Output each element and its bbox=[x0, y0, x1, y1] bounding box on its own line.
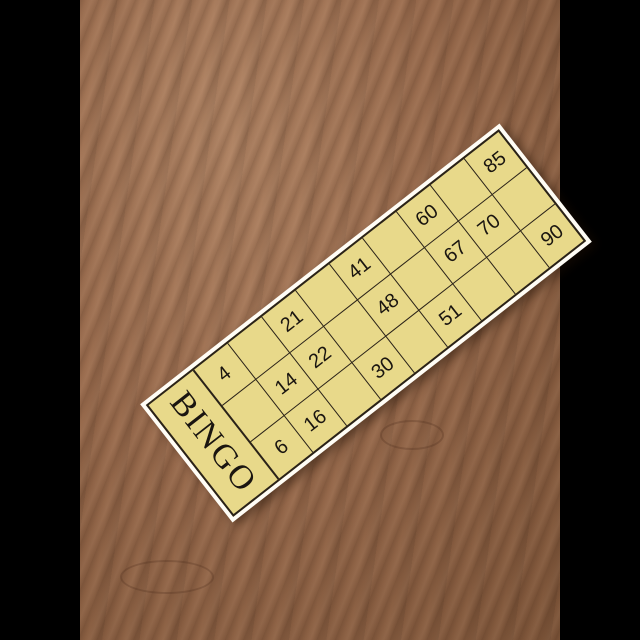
wood-knot bbox=[120, 560, 214, 594]
wood-knot bbox=[380, 420, 444, 450]
